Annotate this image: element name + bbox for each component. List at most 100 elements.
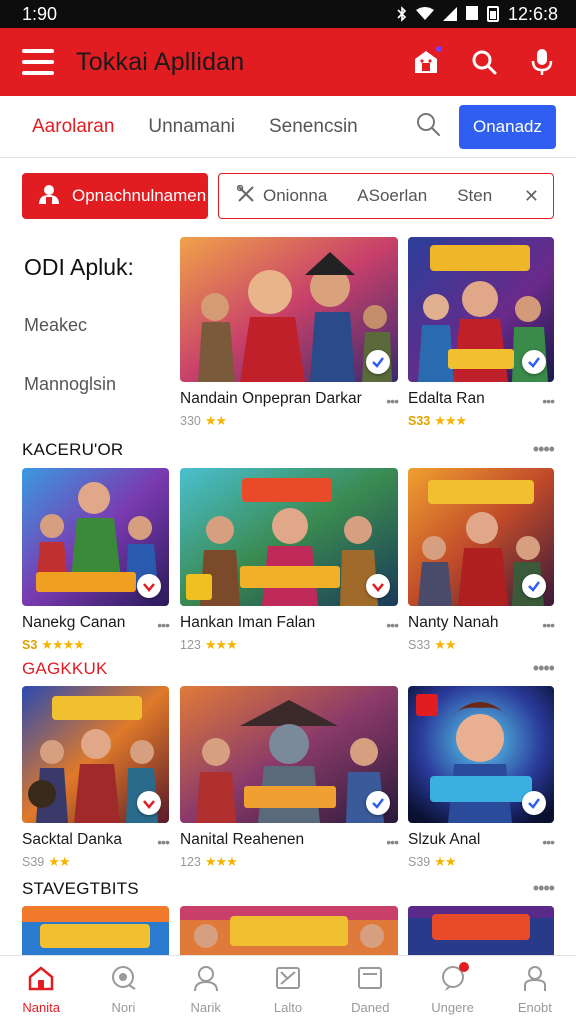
more-options-icon[interactable]: •••	[542, 393, 555, 409]
bluetooth-icon	[397, 6, 407, 22]
status-icons: 12:6:8	[397, 4, 558, 25]
nav-label: Daned	[351, 1000, 390, 1015]
rating-value: 123	[180, 855, 201, 869]
nav-label: Ungere	[431, 1000, 474, 1015]
rating-stars: ★★	[434, 637, 456, 652]
status-clock: 12:6:8	[507, 3, 558, 24]
signal-icon	[442, 7, 457, 21]
verified-badge-icon	[522, 791, 546, 815]
section-header-kaceruor: KACERU'OR ••••	[22, 439, 555, 460]
store-icon[interactable]	[410, 44, 444, 78]
app-bar: Tokkai Apllidan	[0, 28, 576, 96]
more-options-icon[interactable]: •••	[542, 834, 555, 850]
favorite-badge-icon	[137, 791, 161, 815]
side-item-meakec[interactable]: Meakec	[24, 315, 174, 336]
nav-item-narik[interactable]: Narik	[165, 956, 247, 1024]
game-thumbnail	[180, 237, 398, 382]
rating-stars: ★★★	[204, 637, 238, 652]
rating-stars: ★★	[48, 854, 70, 869]
featured-card-2[interactable]: Edalta Ran S33 ★★★ •••	[408, 237, 555, 429]
nav-item-lalto[interactable]: Lalto	[247, 956, 329, 1024]
game-thumbnail	[180, 686, 398, 823]
nav-item-ungere[interactable]: Ungere	[411, 956, 493, 1024]
filter-primary-button[interactable]: Opnachnulnamen	[22, 173, 208, 219]
filter-box: Onionna ASoerlan Sten ✕	[218, 173, 554, 219]
notification-dot	[458, 962, 469, 972]
filter-chip-sten[interactable]: Sten	[457, 186, 492, 206]
filter-chip-label: Sten	[457, 186, 493, 205]
more-options-icon[interactable]: •••	[386, 393, 399, 409]
filter-primary-label: Opnachnulnamen	[72, 186, 207, 205]
game-rating: S33 ★★★	[408, 413, 554, 429]
verified-badge-icon	[366, 350, 390, 374]
rating-value: S33	[408, 638, 431, 652]
filter-chip-label: Onionna	[263, 186, 328, 205]
microphone-icon[interactable]	[526, 46, 558, 78]
game-thumbnail	[22, 906, 169, 955]
game-card-partial[interactable]	[408, 906, 554, 955]
rating-value: S33	[408, 414, 431, 428]
game-card[interactable]: Nanekg Canan S3 ★★★★ •••	[22, 468, 170, 653]
more-options-icon[interactable]: •••	[386, 617, 399, 633]
nav-item-nanita[interactable]: Nanita	[0, 956, 82, 1024]
nav-label: Lalto	[273, 1000, 303, 1015]
filter-chip-asoerlan[interactable]: ASoerlan	[357, 186, 427, 206]
game-card[interactable]: Hankan Iman Falan 123 ★★★ •••	[180, 468, 399, 653]
game-thumbnail	[180, 468, 398, 606]
status-bar: 1:90 12:6:8	[0, 0, 576, 28]
section-header-gagkkuk: GAGKKUK ••••	[22, 658, 555, 679]
game-rating: S3 ★★★★	[22, 637, 169, 653]
tab-aarolaran[interactable]: Aarolaran	[32, 116, 114, 138]
section-more-icon[interactable]: ••••	[533, 658, 555, 679]
game-title: Nanekg Canan	[22, 614, 126, 631]
filter-row: Opnachnulnamen Onionna ASoerlan Sten ✕	[22, 173, 554, 220]
game-title: Edalta Ran	[408, 390, 485, 407]
game-card-partial[interactable]	[180, 906, 398, 955]
game-rating: 123 ★★★	[180, 854, 398, 870]
more-options-icon[interactable]: •••	[542, 617, 555, 633]
wifi-icon	[415, 7, 434, 21]
game-card[interactable]: Slzuk Anal S39 ★★ •••	[408, 686, 555, 870]
search-icon[interactable]	[468, 46, 500, 78]
filter-chip-label: ASoerlan	[357, 186, 428, 205]
rating-stars: ★★	[204, 413, 227, 428]
section-title: KACERU'OR	[22, 439, 124, 459]
game-card[interactable]: Nanital Reahenen 123 ★★★ •••	[180, 686, 399, 870]
rating-stars: ★★★	[434, 413, 467, 428]
tab-unnamani[interactable]: Unnamani	[148, 116, 235, 138]
verified-badge-icon	[522, 350, 546, 374]
game-rating: 123 ★★★	[180, 637, 398, 653]
rating-value: S3	[22, 638, 38, 652]
menu-icon[interactable]	[22, 49, 54, 75]
more-options-icon[interactable]: •••	[386, 834, 399, 850]
nav-item-nori[interactable]: Nori	[82, 956, 164, 1024]
tab-search-icon[interactable]	[415, 111, 441, 142]
game-rating: S39 ★★	[408, 854, 554, 870]
onanadz-button[interactable]: Onanadz	[459, 104, 556, 149]
game-card[interactable]: Sacktal Danka S39 ★★ •••	[22, 686, 170, 870]
more-options-icon[interactable]: •••	[157, 834, 170, 850]
game-thumbnail	[408, 468, 554, 606]
nav-item-enobt[interactable]: Enobt	[494, 956, 576, 1024]
game-title: Nanital Reahenen	[180, 831, 305, 848]
section-more-icon[interactable]: ••••	[533, 439, 555, 460]
game-card-partial[interactable]	[22, 906, 169, 955]
bottom-nav: Nanita Nori Narik Lalto Daned Ungere Eno…	[0, 955, 576, 1024]
game-card[interactable]: Nanty Nanah S33 ★★ •••	[408, 468, 555, 653]
nav-item-daned[interactable]: Daned	[329, 956, 411, 1024]
side-item-mannoglsin[interactable]: Mannoglsin	[24, 374, 174, 395]
game-thumbnail	[180, 906, 398, 955]
tab-senencsin[interactable]: Senencsin	[269, 116, 358, 138]
close-icon[interactable]: ✕	[524, 186, 539, 207]
section-more-icon[interactable]: ••••	[533, 878, 555, 899]
featured-card-1[interactable]: Nandain Onpepran Darkar 330 ★★ •••	[180, 237, 399, 429]
rating-stars: ★★★★	[41, 637, 85, 652]
nav-label: Narik	[190, 1000, 221, 1015]
more-options-icon[interactable]: •••	[157, 617, 170, 633]
verified-badge-icon	[366, 791, 390, 815]
document-icon	[356, 965, 384, 994]
game-rating: 330 ★★	[180, 413, 398, 429]
favorite-badge-icon	[137, 574, 161, 598]
filter-chip-onionna[interactable]: Onionna	[236, 184, 328, 208]
person-icon	[192, 965, 220, 994]
